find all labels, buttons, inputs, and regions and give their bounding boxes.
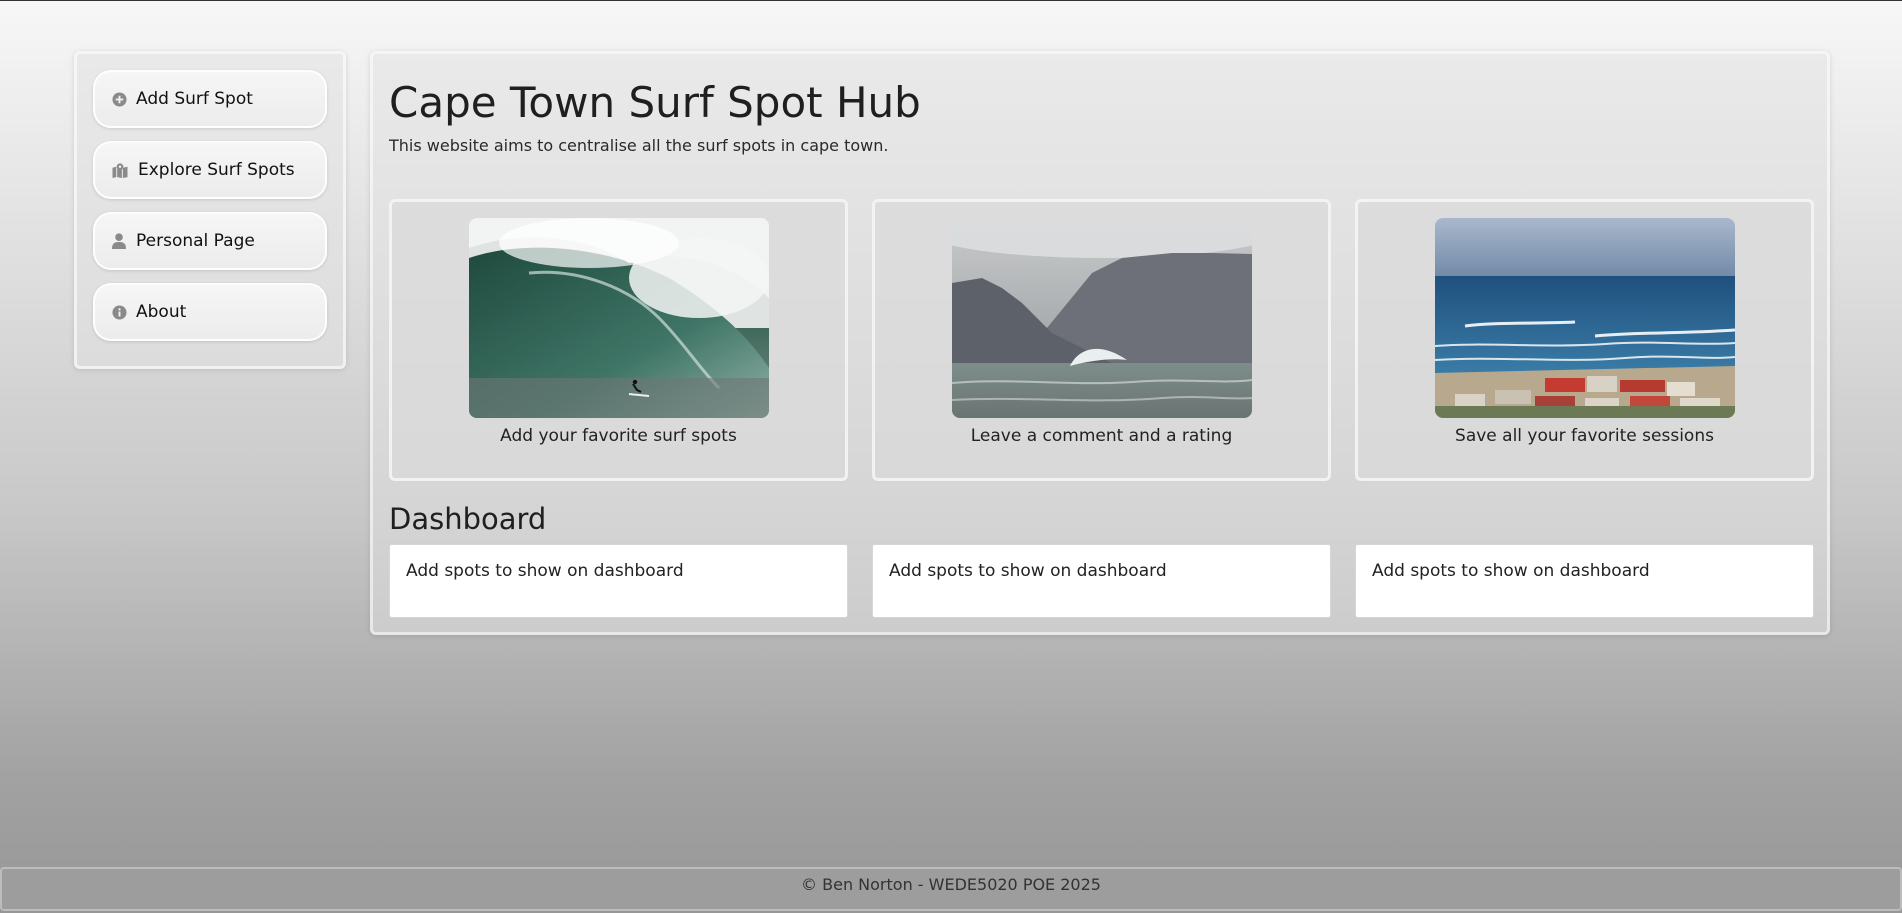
footer-copyright: © Ben Norton - WEDE5020 POE 2025 xyxy=(801,875,1101,894)
feature-card-save-sessions: Save all your favorite sessions xyxy=(1355,199,1814,481)
user-icon xyxy=(111,233,127,249)
nav-personal-page[interactable]: Personal Page xyxy=(93,212,327,270)
nav-label: Explore Surf Spots xyxy=(138,160,295,180)
nav-label: About xyxy=(136,302,187,322)
page-subtitle: This website aims to centralise all the … xyxy=(389,136,889,155)
nav-explore-surf-spots[interactable]: Explore Surf Spots xyxy=(93,141,327,199)
dashboard-card-text: Add spots to show on dashboard xyxy=(406,561,684,581)
feature-card-add-spots: Add your favorite surf spots xyxy=(389,199,848,481)
dashboard-title: Dashboard xyxy=(389,502,547,536)
dashboard-card: Add spots to show on dashboard xyxy=(1355,544,1814,618)
feature-card-comment-rating: Leave a comment and a rating xyxy=(872,199,1331,481)
coastal-town-photo xyxy=(1435,218,1735,418)
dashboard-card: Add spots to show on dashboard xyxy=(872,544,1331,618)
nav-label: Personal Page xyxy=(136,231,255,251)
big-wave-surfer-photo xyxy=(469,218,769,418)
feature-caption: Save all your favorite sessions xyxy=(1455,426,1714,446)
dashboard-card-text: Add spots to show on dashboard xyxy=(889,561,1167,581)
footer: © Ben Norton - WEDE5020 POE 2025 xyxy=(0,867,1902,911)
feature-caption: Add your favorite surf spots xyxy=(500,426,737,446)
map-location-icon xyxy=(111,162,129,178)
nav-add-surf-spot[interactable]: Add Surf Spot xyxy=(93,70,327,128)
page-title: Cape Town Surf Spot Hub xyxy=(389,78,921,127)
dashboard-card-text: Add spots to show on dashboard xyxy=(1372,561,1650,581)
mountain-wave-photo xyxy=(952,218,1252,418)
sidebar: Add Surf Spot Explore Surf Spots Persona… xyxy=(74,51,346,369)
info-circle-icon xyxy=(111,304,127,320)
nav-label: Add Surf Spot xyxy=(136,89,253,109)
main-panel: Cape Town Surf Spot Hub This website aim… xyxy=(370,51,1830,635)
dashboard-card: Add spots to show on dashboard xyxy=(389,544,848,618)
top-border xyxy=(0,0,1902,1)
plus-circle-icon xyxy=(111,91,127,107)
nav-about[interactable]: About xyxy=(93,283,327,341)
feature-caption: Leave a comment and a rating xyxy=(970,426,1233,446)
